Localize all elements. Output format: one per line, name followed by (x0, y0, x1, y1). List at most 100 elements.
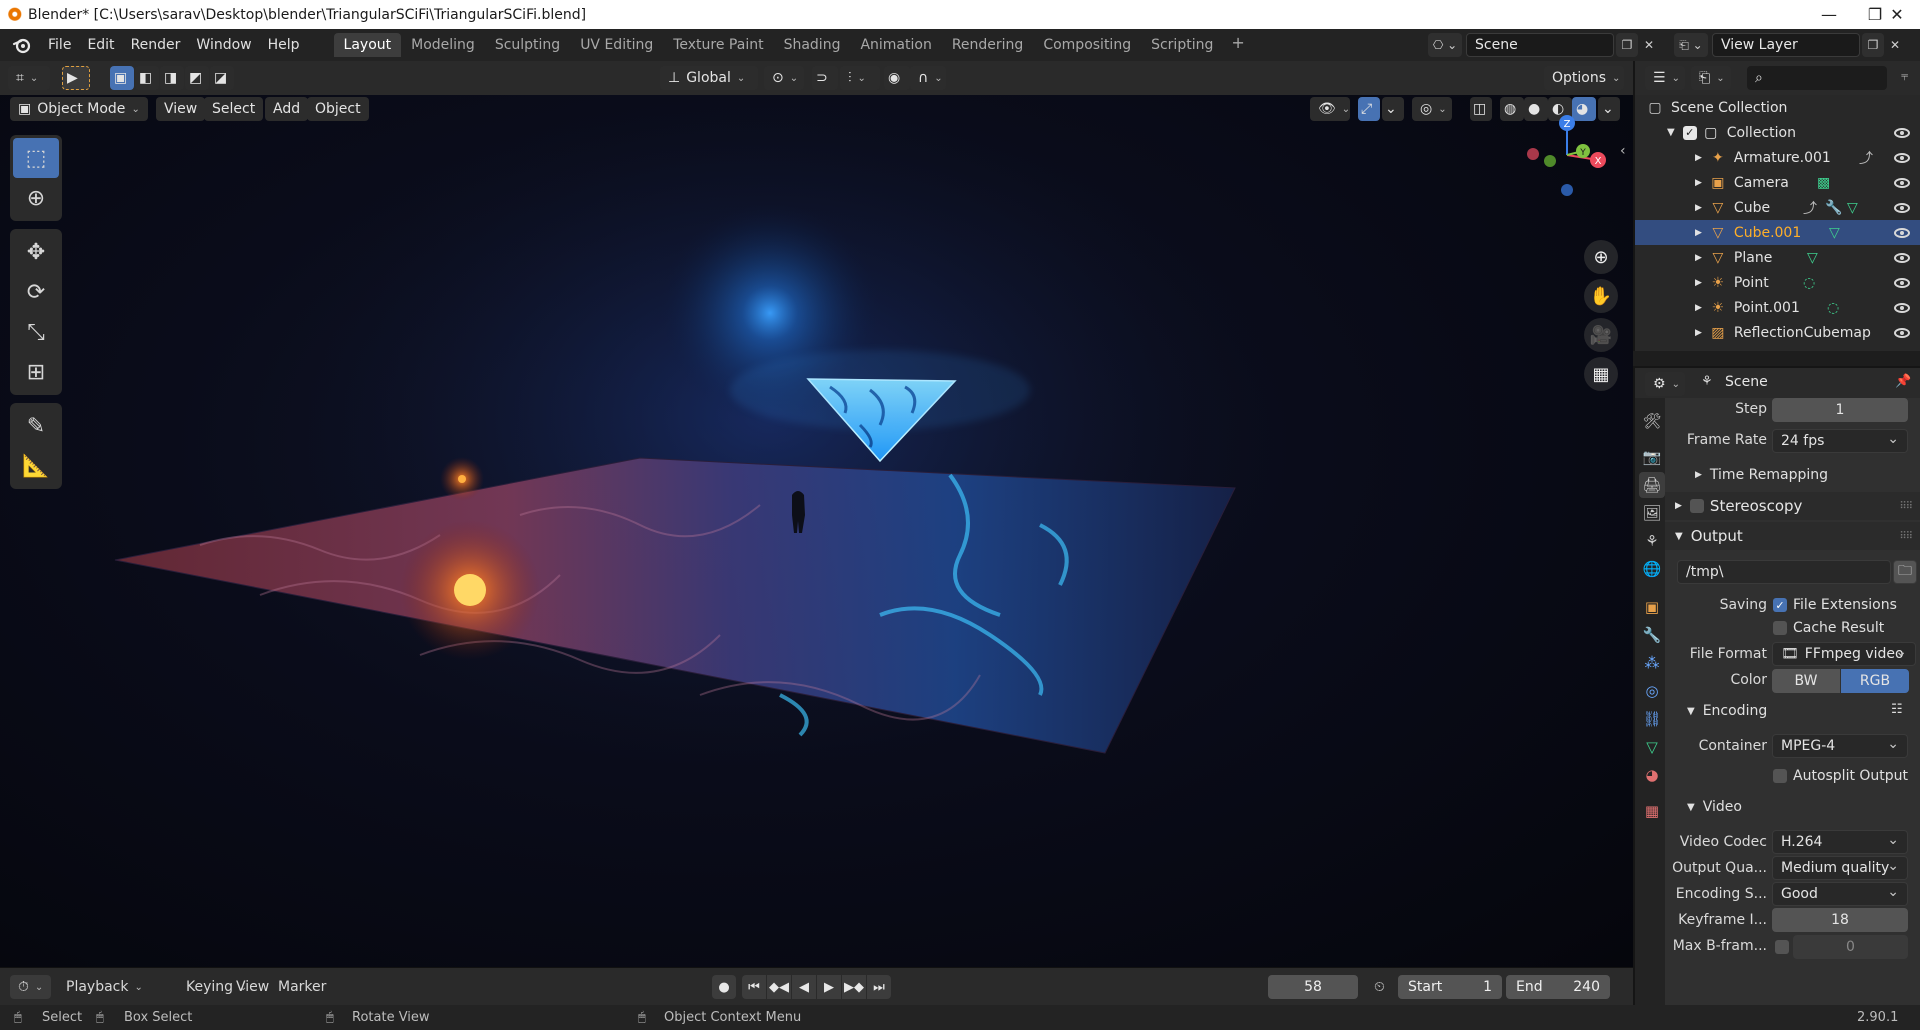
expand-arrow-icon[interactable]: ▶ (1695, 153, 1702, 163)
display-mode-icon[interactable]: ⎗ ⌄ (1691, 66, 1731, 90)
play-icon[interactable]: ▶ (817, 975, 841, 999)
expand-arrow-icon[interactable]: ▶ (1695, 228, 1702, 238)
remove-scene-icon[interactable]: ✕ (1640, 33, 1658, 57)
outliner-item[interactable]: ▶ ▨ ReflectionCubemap (1635, 320, 1920, 345)
tab-modeling[interactable]: Modeling (401, 33, 485, 57)
outliner-item[interactable]: ▶ ▽ Cube ⤴ 🔧 ▽ (1635, 195, 1920, 220)
data-tab-icon[interactable]: ▽ (1639, 734, 1665, 760)
filter-icon[interactable]: ⫧ (1901, 69, 1908, 84)
minimize-button[interactable]: — (1806, 0, 1852, 29)
viewport-menu-add[interactable]: Add (265, 97, 309, 121)
drag-handle-icon[interactable]: ⠿⠿ (1899, 531, 1913, 542)
output-panel[interactable]: ▼ Output ⠿⠿ (1665, 522, 1920, 550)
frame-rate-dropdown[interactable]: 24 fps (1772, 429, 1908, 453)
jump-keyframe-back-icon[interactable]: ◆◀ (767, 975, 791, 999)
timeline-menu-playback[interactable]: Playback ⌄ (58, 975, 151, 999)
visibility-eye-icon[interactable] (1894, 152, 1910, 163)
snap-target-icon[interactable]: ⫶ ⌄ (840, 66, 880, 90)
rotate-tool-icon[interactable]: ⟳ (13, 272, 59, 312)
tab-uv-editing[interactable]: UV Editing (570, 33, 663, 57)
outliner-search-input[interactable]: ⌕ (1747, 66, 1887, 90)
constraints-tab-icon[interactable]: ⛓ (1639, 706, 1665, 732)
outliner-item-selected[interactable]: ▶ ▽ Cube.001 ▽ (1635, 220, 1920, 245)
snap-toggle-icon[interactable]: ⊃ (812, 66, 838, 90)
view-layer-browse-icon[interactable]: ⎗ ⌄ (1674, 33, 1708, 57)
visibility-filter-icon[interactable]: 👁 ⌄ (1310, 97, 1350, 121)
outliner-scene-collection[interactable]: ▢ Scene Collection (1635, 95, 1920, 120)
outliner-item[interactable]: ▶ ▣ Camera ▩ (1635, 170, 1920, 195)
presets-list-icon[interactable]: ☷ (1891, 702, 1903, 717)
container-dropdown[interactable]: MPEG-4 (1772, 734, 1908, 758)
scale-tool-icon[interactable]: ⤡ (13, 312, 59, 352)
proportional-edit-icon[interactable]: ◉ (884, 66, 910, 90)
outliner-item[interactable]: ▶ ☀ Point ◌ (1635, 270, 1920, 295)
outliner-collection[interactable]: ▼ ✓ ▢ Collection (1635, 120, 1920, 145)
collapse-arrow-icon[interactable]: ▼ (1667, 127, 1675, 138)
menu-edit[interactable]: Edit (79, 33, 122, 57)
falloff-curve-icon[interactable]: ∩ ⌄ (910, 66, 946, 90)
tab-layout[interactable]: Layout (333, 33, 402, 57)
mode-dropdown[interactable]: ▣ Object Mode ⌄ (10, 97, 148, 121)
cache-result-checkbox[interactable] (1773, 621, 1787, 635)
file-format-dropdown[interactable]: 🎞 FFmpeg video (1772, 642, 1916, 666)
file-extensions-option[interactable]: ✓ File Extensions (1773, 597, 1897, 613)
select-mode-extend-icon[interactable]: ◧ (135, 66, 159, 90)
gizmo-options-icon[interactable]: ⌄ (1382, 97, 1404, 121)
time-remapping-panel[interactable]: ▶ Time Remapping (1695, 467, 1828, 483)
xray-toggle-icon[interactable]: ◫ (1470, 97, 1492, 121)
menu-render[interactable]: Render (123, 33, 189, 57)
move-tool-icon[interactable]: ✥ (13, 232, 59, 272)
play-reverse-icon[interactable]: ◀ (792, 975, 816, 999)
perspective-grid-icon[interactable]: ▦ (1584, 357, 1618, 391)
pan-hand-icon[interactable]: ✋ (1584, 279, 1618, 313)
tab-scripting[interactable]: Scripting (1141, 33, 1223, 57)
visibility-eye-icon[interactable] (1894, 327, 1910, 338)
remove-view-layer-icon[interactable]: ✕ (1886, 33, 1904, 57)
select-box-tool-icon[interactable]: ⬚ (13, 138, 59, 178)
encoding-speed-dropdown[interactable]: Good (1772, 882, 1908, 906)
annotate-tool-icon[interactable]: ✎ (13, 406, 59, 446)
file-extensions-checkbox[interactable]: ✓ (1773, 598, 1787, 612)
expand-arrow-icon[interactable]: ▶ (1695, 203, 1702, 213)
texture-tab-icon[interactable]: ▦ (1639, 798, 1665, 824)
visibility-eye-icon[interactable] (1894, 277, 1910, 288)
new-scene-icon[interactable]: ❐ (1616, 33, 1638, 57)
3d-viewport[interactable]: Z X Y ⊕ ✋ 🎥 ▦ ‹ (0, 95, 1633, 967)
transform-tool-icon[interactable]: ⊞ (13, 352, 59, 392)
view-layer-field[interactable]: View Layer (1712, 33, 1860, 57)
select-mode-invert-icon[interactable]: ◩ (185, 66, 209, 90)
physics-tab-icon[interactable]: ◎ (1639, 678, 1665, 704)
collection-enable-checkbox[interactable]: ✓ (1682, 125, 1697, 140)
select-mode-new-icon[interactable]: ▣ (110, 66, 134, 90)
visibility-eye-icon[interactable] (1894, 302, 1910, 313)
expand-arrow-icon[interactable]: ▶ (1695, 278, 1702, 288)
visibility-eye-icon[interactable] (1894, 177, 1910, 188)
output-path-input[interactable]: /tmp\ (1677, 560, 1891, 584)
tab-compositing[interactable]: Compositing (1033, 33, 1141, 57)
encoding-panel[interactable]: ▼ Encoding (1687, 703, 1767, 719)
new-view-layer-icon[interactable]: ❐ (1862, 33, 1884, 57)
transform-orientation-dropdown[interactable]: ⊥ Global ⌄ (660, 66, 758, 90)
output-tab-icon[interactable]: 🖨 (1639, 472, 1665, 498)
timeline-editor-type-icon[interactable]: ⏱ ⌄ (10, 975, 52, 999)
modifier-tab-icon[interactable]: 🔧 (1639, 622, 1665, 648)
properties-editor-type-icon[interactable]: ⚙ ⌄ (1645, 372, 1685, 396)
scene-name-field[interactable]: Scene (1466, 33, 1614, 57)
step-field[interactable]: 1 (1772, 398, 1908, 422)
view-layer-tab-icon[interactable]: 🖼 (1639, 500, 1665, 526)
drag-handle-icon[interactable]: ⠿⠿ (1899, 501, 1913, 512)
autosplit-option[interactable]: Autosplit Output (1773, 768, 1908, 784)
jump-start-icon[interactable]: ⏮ (742, 975, 766, 999)
preview-range-icon[interactable]: ⏲ (1366, 975, 1393, 999)
visibility-eye-icon[interactable] (1894, 227, 1910, 238)
outliner-item[interactable]: ▶ ▽ Plane ▽ (1635, 245, 1920, 270)
frame-start-field[interactable]: Start 1 (1398, 975, 1502, 999)
gizmo-neg-y-axis[interactable] (1544, 155, 1556, 167)
expand-arrow-icon[interactable]: ▶ (1695, 253, 1702, 263)
outliner-item[interactable]: ▶ ✦ Armature.001 ⤴ (1635, 145, 1920, 170)
keyframe-interval-field[interactable]: 18 (1772, 908, 1908, 932)
viewport-menu-view[interactable]: View (156, 97, 206, 121)
menu-help[interactable]: Help (260, 33, 308, 57)
video-codec-dropdown[interactable]: H.264 (1772, 830, 1908, 854)
measure-tool-icon[interactable]: 📐 (13, 446, 59, 486)
